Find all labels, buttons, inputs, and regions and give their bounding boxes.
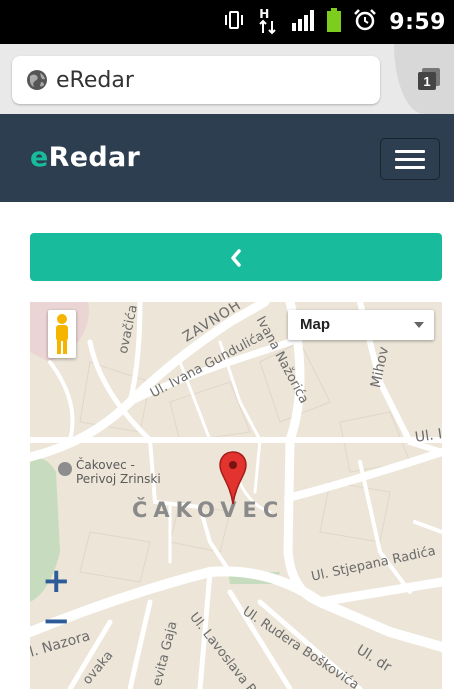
- poi-line-2: Perivoj Zrinski: [76, 472, 161, 486]
- pegman-icon: [56, 314, 68, 354]
- signal-bars-icon: [291, 9, 315, 35]
- map-type-select[interactable]: Map: [288, 310, 434, 340]
- back-button[interactable]: [30, 233, 442, 281]
- data-arrows-icon: H: [257, 7, 279, 35]
- street-view-pegman[interactable]: [48, 310, 76, 358]
- site-navbar: eRedar: [0, 114, 454, 202]
- vibrate-icon: [223, 9, 245, 35]
- tabs-icon: 1: [418, 68, 440, 90]
- map-view[interactable]: ZAVNOH ovačića Ivana Nažorića Ul. Ivana …: [30, 302, 442, 689]
- hamburger-line: [395, 158, 425, 161]
- hamburger-line: [395, 150, 425, 153]
- url-text: eRedar: [56, 67, 134, 93]
- browser-toolbar: eRedar 1: [0, 44, 454, 114]
- tabs-button[interactable]: 1: [394, 44, 454, 114]
- status-bar: H 9:59: [0, 0, 454, 44]
- brand-rest: Redar: [48, 142, 141, 173]
- globe-icon: [27, 70, 47, 90]
- menu-toggle-button[interactable]: [380, 138, 440, 180]
- map-type-label: Map: [300, 316, 330, 333]
- url-field[interactable]: eRedar: [12, 56, 380, 104]
- poi-line-1: Čakovec -: [76, 458, 135, 472]
- tab-count: 1: [423, 74, 430, 89]
- alarm-icon: [353, 8, 377, 36]
- battery-icon: [327, 8, 342, 36]
- city-label: ČAKOVEC: [132, 498, 285, 522]
- poi-label[interactable]: Čakovec - Perivoj Zrinski: [58, 458, 161, 486]
- brand-logo[interactable]: eRedar: [30, 142, 140, 173]
- zoom-in-button[interactable]: +: [42, 564, 71, 598]
- chevron-left-icon: [231, 249, 241, 267]
- status-time: 9:59: [389, 9, 446, 35]
- poi-icon: [58, 462, 72, 476]
- chevron-down-icon: [414, 322, 424, 328]
- map-marker-icon[interactable]: [218, 450, 248, 506]
- hamburger-line: [395, 166, 425, 169]
- brand-accent: e: [30, 142, 49, 173]
- status-icons: H 9:59: [223, 7, 446, 36]
- zoom-out-button[interactable]: −: [42, 604, 71, 638]
